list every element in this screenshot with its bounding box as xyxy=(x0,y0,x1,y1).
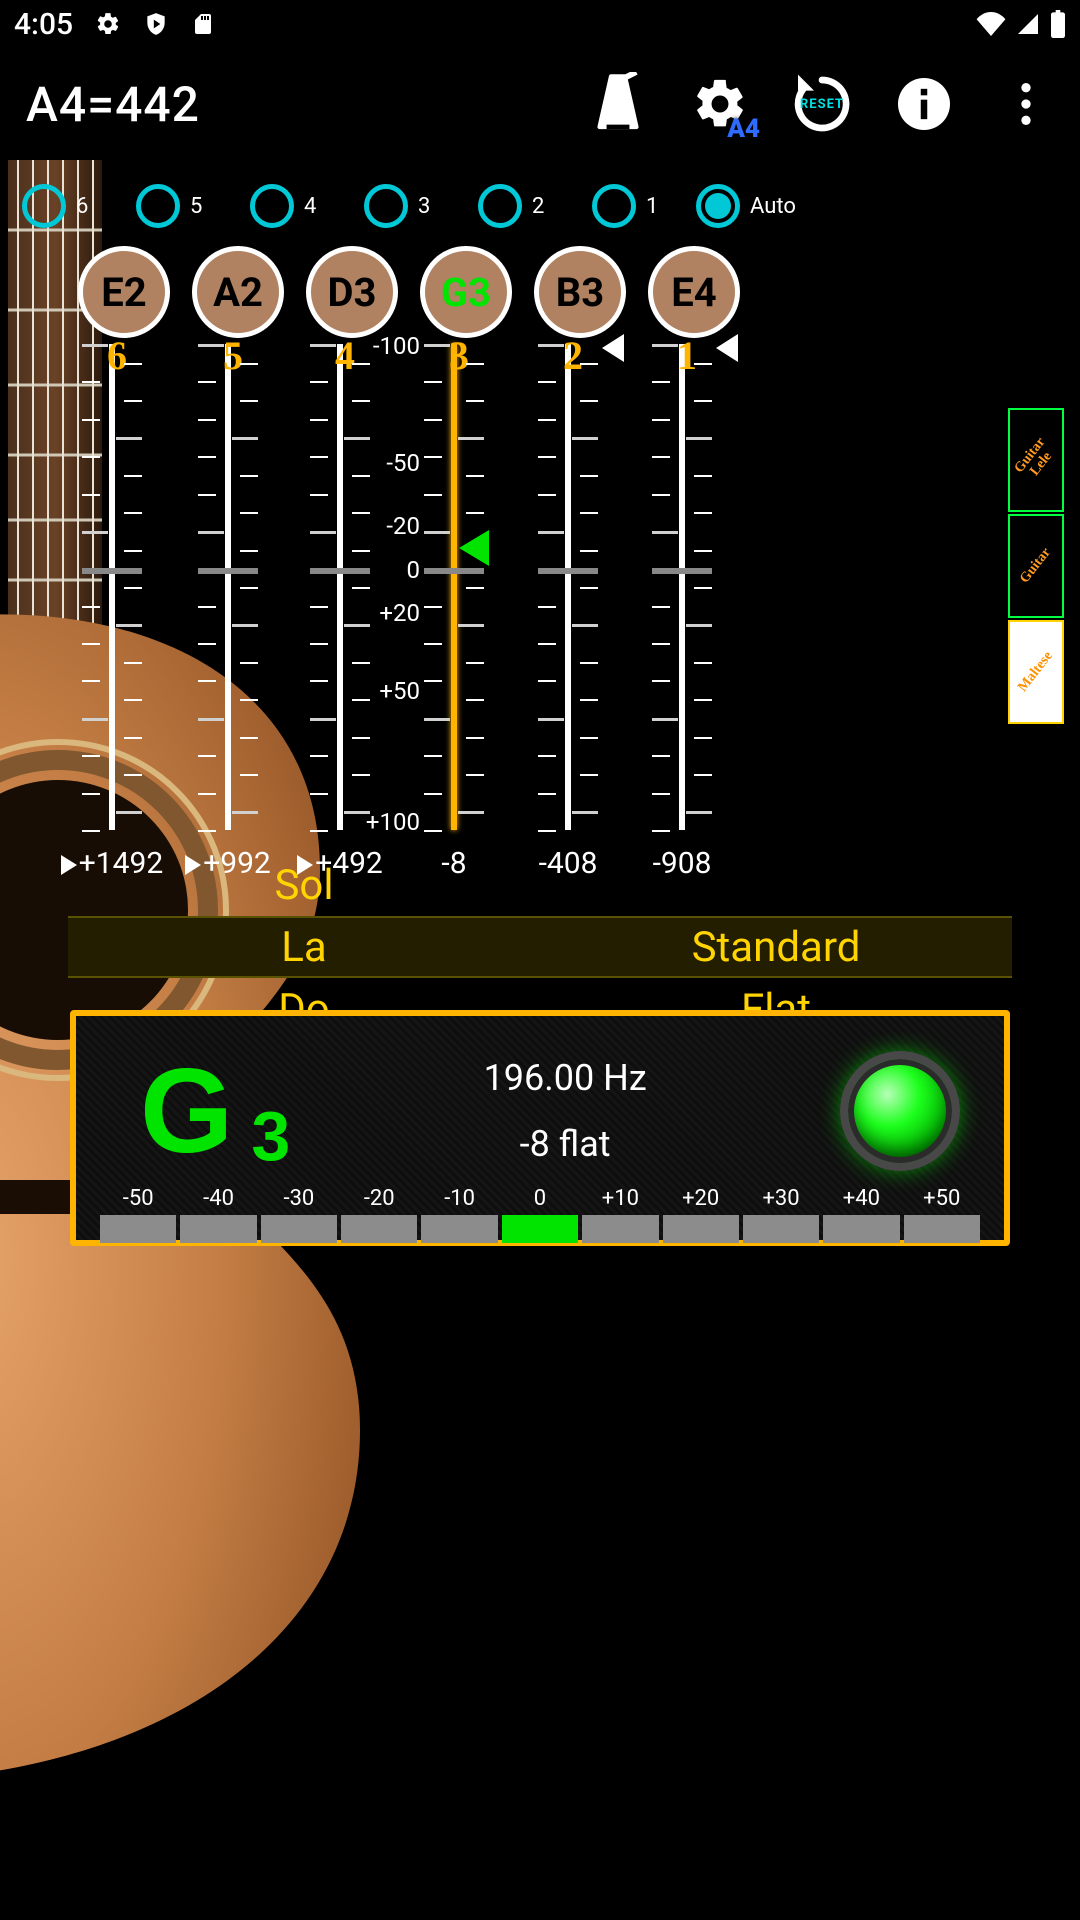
note-peg[interactable]: E2 xyxy=(78,246,170,338)
promo-thumbnail[interactable]: Guitar xyxy=(1008,514,1064,618)
scale-column: 6+1492 xyxy=(55,344,169,830)
meter-cell: -50 xyxy=(100,1186,176,1243)
note-peg[interactable]: E4 xyxy=(648,246,740,338)
calibrate-badge: A4 xyxy=(727,114,760,144)
live-pointer-icon xyxy=(459,530,489,566)
cents-meter: -50-40-30-20-100+10+20+30+40+50 xyxy=(100,1186,980,1243)
radio-circle-icon xyxy=(22,184,66,228)
radio-circle-icon xyxy=(478,184,522,228)
note-peg[interactable]: G3 xyxy=(420,246,512,338)
pitch-reference[interactable]: A4=442 xyxy=(26,76,200,133)
note-peg[interactable]: A2 xyxy=(192,246,284,338)
meter-cell: -20 xyxy=(341,1186,417,1243)
note-peg[interactable]: D3 xyxy=(306,246,398,338)
sd-card-icon xyxy=(191,11,215,37)
scale-tick-label: -20 xyxy=(386,512,454,540)
status-bar: 4:05 xyxy=(0,0,1080,48)
detected-frequency: 196.00 Hz xyxy=(290,1057,840,1099)
radio-circle-icon xyxy=(364,184,408,228)
meter-cell: +50 xyxy=(904,1186,980,1243)
info-button[interactable] xyxy=(888,68,960,140)
radio-circle-icon xyxy=(136,184,180,228)
meter-cell: -30 xyxy=(261,1186,337,1243)
gear-icon xyxy=(95,11,121,37)
scale-tick-label: 0 xyxy=(407,556,455,584)
reset-label: RESET xyxy=(800,97,844,112)
deviation-text: -8 flat xyxy=(290,1123,840,1165)
app-bar: A4=442 A4 RESET xyxy=(0,48,1080,160)
overflow-menu-button[interactable] xyxy=(990,68,1062,140)
meter-cell: +20 xyxy=(663,1186,739,1243)
calibrate-a4-button[interactable]: A4 xyxy=(684,68,756,140)
radio-circle-icon xyxy=(250,184,294,228)
tuning-led xyxy=(840,1051,960,1171)
scale-tick-label: -100 xyxy=(373,332,454,360)
status-time: 4:05 xyxy=(14,7,73,42)
radio-circle-icon xyxy=(592,184,636,228)
meter-cell: -40 xyxy=(180,1186,256,1243)
promo-thumbnail[interactable]: Guitar Lele xyxy=(1008,408,1064,512)
metronome-button[interactable] xyxy=(582,68,654,140)
string-radio[interactable]: 3 xyxy=(364,184,430,228)
meter-cell: 0 xyxy=(502,1186,578,1243)
string-radio[interactable]: 2 xyxy=(478,184,544,228)
string-radio[interactable]: Auto xyxy=(696,184,796,228)
radio-label: Auto xyxy=(750,194,796,219)
note-name-picker[interactable]: Sol xyxy=(68,854,1012,916)
radio-circle-icon xyxy=(696,184,740,228)
string-radio[interactable]: 5 xyxy=(136,184,202,228)
radio-label: 1 xyxy=(646,194,658,219)
note-peg[interactable]: B3 xyxy=(534,246,626,338)
tuning-picker[interactable]: LaStandard xyxy=(68,916,1012,978)
shield-play-icon xyxy=(143,11,169,37)
signal-icon xyxy=(1016,12,1040,36)
meter-cell: +10 xyxy=(582,1186,658,1243)
scale-tick-label: +100 xyxy=(366,808,454,836)
scale-tick-label: +20 xyxy=(379,599,454,627)
meter-cell: -10 xyxy=(421,1186,497,1243)
string-radio[interactable]: 6 xyxy=(22,184,88,228)
string-radio[interactable]: 1 xyxy=(592,184,658,228)
promo-thumbnail[interactable]: Maltese xyxy=(1008,620,1064,724)
tuner-readout: G 3 196.00 Hz -8 flat -50-40-30-20-100+1… xyxy=(70,1010,1010,1246)
scale-column: 4+492 xyxy=(283,344,397,830)
scale-tick-label: +50 xyxy=(379,677,454,705)
detected-note: G 3 xyxy=(100,1042,290,1180)
radio-label: 6 xyxy=(76,194,88,219)
string-radio[interactable]: 4 xyxy=(250,184,316,228)
scale-column: 1-908 xyxy=(625,344,739,830)
reset-button[interactable]: RESET xyxy=(786,68,858,140)
meter-cell: +30 xyxy=(743,1186,819,1243)
string-selector-row: 6 5 4 3 2 1 Auto xyxy=(0,174,1080,238)
scale-tick-label: -50 xyxy=(386,449,454,477)
meter-cell: +40 xyxy=(823,1186,899,1243)
scale-column: 5+992 xyxy=(171,344,285,830)
radio-label: 3 xyxy=(418,194,430,219)
scale-column: 2-408 xyxy=(511,344,625,830)
wifi-icon xyxy=(976,12,1006,36)
radio-label: 5 xyxy=(190,194,202,219)
scale-column: 3-100-50-200+20+50+100-8 xyxy=(397,344,511,830)
radio-label: 2 xyxy=(532,194,544,219)
battery-icon xyxy=(1050,10,1066,38)
radio-label: 4 xyxy=(304,194,316,219)
